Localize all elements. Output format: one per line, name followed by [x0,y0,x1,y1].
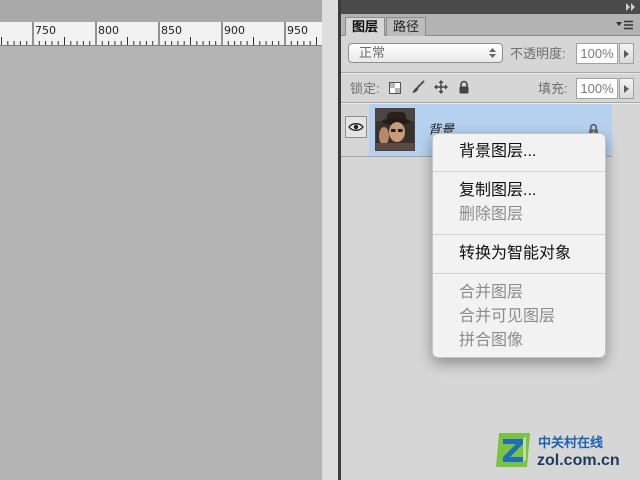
menu-item-flatten-image: 拼合图像 [459,332,524,349]
ruler-label: 900 [224,24,245,37]
canvas-scroll-gutter [322,0,338,480]
opacity-label: 不透明度: [510,46,566,61]
menu-separator [433,227,605,242]
opacity-input[interactable]: 100% [576,43,618,64]
panel-divider-line [341,102,640,103]
layer-visibility-toggle[interactable] [345,116,367,138]
ruler-label: 750 [35,24,56,37]
panel-tab-bar: 图层 路径 [341,14,640,36]
menu-item-duplicate-layer[interactable]: 复制图层... [433,179,605,203]
photoshop-window: 750 800 850 900 950 图层 路径 正常 不透明度: 100% … [0,0,640,480]
fill-input[interactable]: 100% [576,78,618,99]
menu-item-merge-visible: 合并可见图层 [459,308,556,325]
ruler-label: 800 [98,24,119,37]
ruler-label: 950 [287,24,308,37]
panel-menu-icon[interactable] [616,19,634,31]
menu-item-convert-to-smart-object[interactable]: 转换为智能对象 [433,242,605,266]
menu-item-delete-layer: 删除图层 [459,206,524,223]
lock-all-icon[interactable] [458,80,470,94]
watermark-domain: zol.com.cn [537,452,620,469]
eye-icon [348,123,364,131]
triangle-right-icon [624,50,629,58]
tab-layers[interactable]: 图层 [345,17,385,36]
panel-dock-bar [341,0,640,14]
tab-paths[interactable]: 路径 [386,17,426,36]
opacity-slider-button[interactable] [619,43,634,64]
layer-thumbnail [375,108,415,151]
lock-position-icon[interactable] [434,80,448,94]
lock-transparent-pixels-icon[interactable] [389,82,401,94]
lock-label: 锁定: [350,81,380,96]
ruler-label: 850 [161,24,182,37]
zol-logo-icon [496,433,530,467]
menu-item-layer-from-background[interactable]: 背景图层... [433,140,605,164]
menu-separator [433,164,605,179]
panel-divider-line [341,72,640,73]
updown-arrows-icon [489,48,496,58]
double-chevron-right-icon[interactable] [626,3,636,11]
fill-slider-button[interactable] [619,78,634,99]
watermark-site-name: 中关村在线 [538,435,604,450]
layer-context-menu: 背景图层... 复制图层... 删除图层 转换为智能对象 合并图层 合并可见图层… [432,133,606,358]
horizontal-ruler[interactable]: 750 800 850 900 950 [0,22,322,46]
fill-label: 填充: [538,81,568,96]
blend-mode-select[interactable]: 正常 [348,43,503,63]
triangle-right-icon [624,85,629,93]
document-top-strip [0,0,322,22]
blend-mode-value: 正常 [359,45,386,60]
canvas-area[interactable] [0,46,322,480]
menu-separator [433,266,605,281]
lock-image-pixels-icon[interactable] [411,80,425,94]
menu-item-merge-layers: 合并图层 [459,284,524,301]
